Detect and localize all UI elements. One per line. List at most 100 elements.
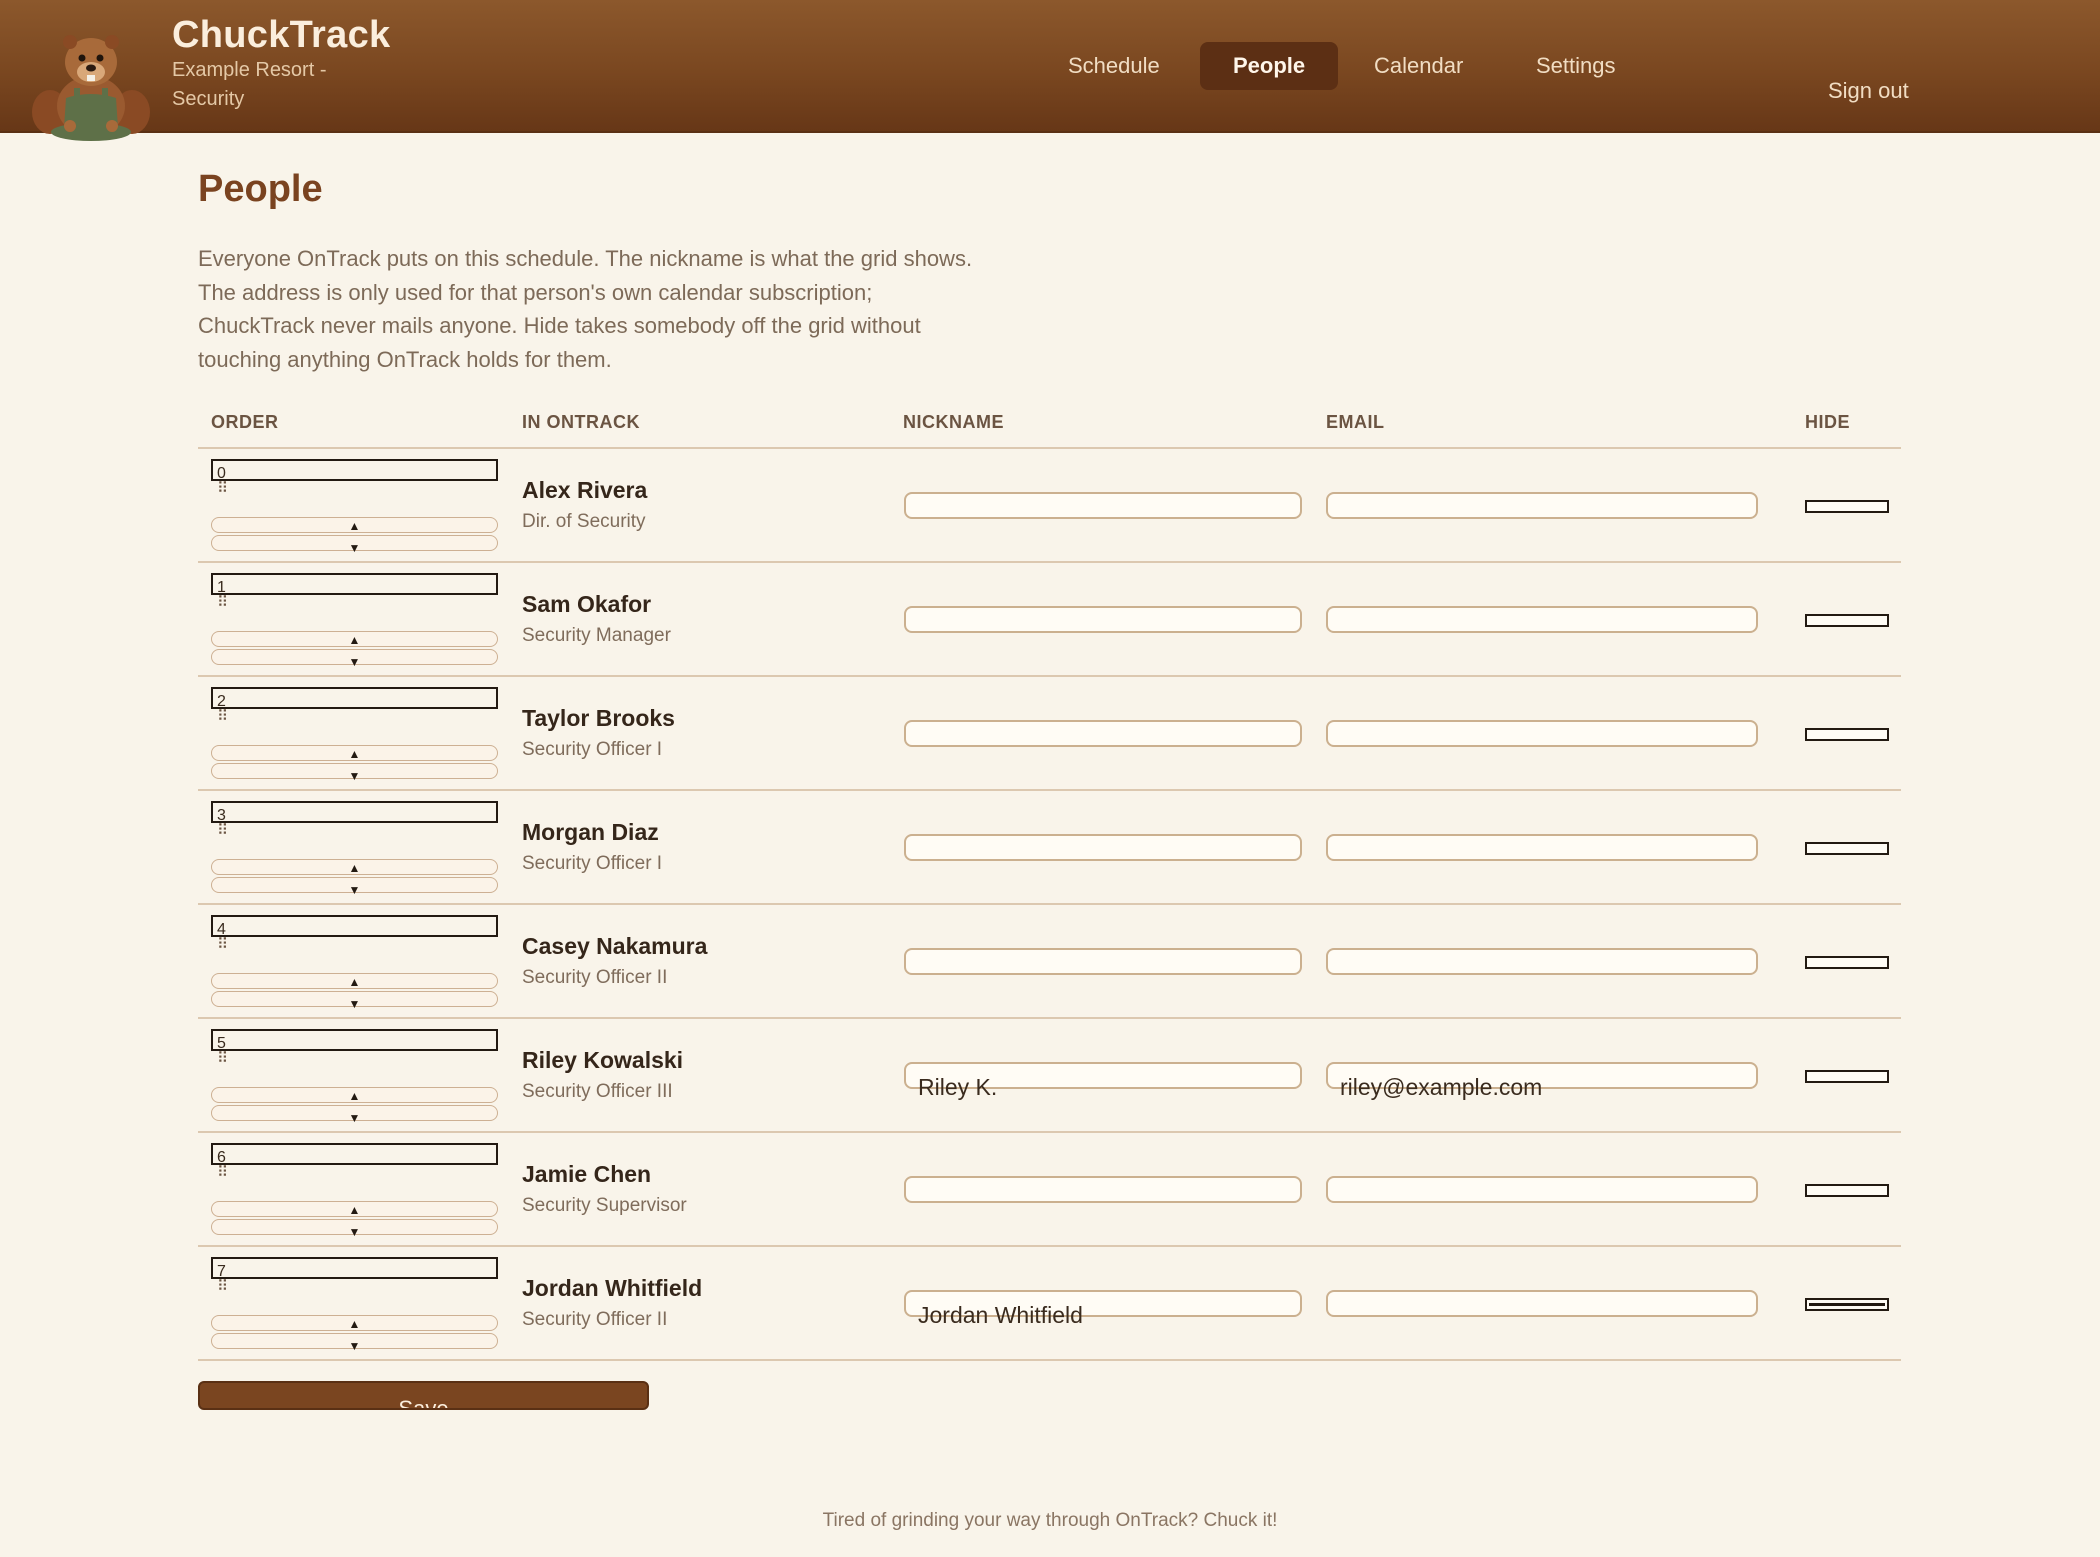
order-input[interactable]: 4 (211, 915, 498, 938)
drag-handle-icon[interactable]: ⠿ (217, 1165, 229, 1180)
footer-tagline: Tired of grinding your way through OnTra… (822, 1510, 1278, 1531)
page-intro: Everyone OnTrack puts on this schedule. … (198, 242, 1028, 376)
person-name: Jamie Chen (522, 1161, 652, 1187)
column-header-order: ORDER (211, 412, 279, 432)
drag-handle-icon[interactable]: ⠿ (217, 1279, 229, 1294)
arrow-down-icon: ▼ (348, 883, 361, 897)
hide-checkbox[interactable] (1805, 1298, 1889, 1311)
person-name: Alex Rivera (522, 477, 648, 503)
arrow-down-icon: ▼ (348, 541, 361, 555)
nickname-input[interactable] (904, 834, 1302, 861)
email-input[interactable] (1326, 606, 1758, 633)
nav-schedule[interactable]: Schedule (1035, 42, 1193, 90)
nickname-value: Jordan Whitfield (918, 1302, 1083, 1328)
order-input[interactable]: 3 (211, 801, 498, 824)
move-down-button[interactable]: ▼ (211, 1333, 498, 1352)
hide-checkbox[interactable] (1805, 1070, 1889, 1083)
email-value: riley@example.com (1340, 1074, 1543, 1100)
email-input[interactable] (1326, 948, 1758, 975)
order-input[interactable]: 0 (211, 459, 498, 482)
intro-line: touching anything OnTrack holds for them… (198, 346, 612, 372)
table-row: 0 ⠿ ▲ ▼ Alex Rivera Dir. of Security (198, 449, 1901, 563)
column-header-hide: HIDE (1805, 412, 1851, 432)
column-header-email: EMAIL (1326, 412, 1385, 432)
person-title: Security Officer III (522, 1081, 673, 1102)
move-down-button[interactable]: ▼ (211, 1219, 498, 1239)
email-input[interactable] (1326, 1290, 1758, 1317)
drag-handle-icon[interactable]: ⠿ (217, 595, 229, 610)
person-title: Security Officer II (522, 1309, 668, 1330)
order-input[interactable]: 1 (211, 573, 498, 596)
beaver-logo-icon (32, 35, 150, 141)
top-bar: ChuckTrack Example Resort - Security Sch… (0, 0, 2100, 141)
save-button[interactable]: Save (198, 1381, 649, 1410)
nickname-input[interactable]: Riley K. (904, 1062, 1302, 1100)
drag-handle-icon[interactable]: ⠿ (217, 481, 229, 496)
person-title: Security Officer I (522, 853, 663, 874)
nickname-input[interactable]: Jordan Whitfield (904, 1290, 1302, 1328)
move-up-button[interactable]: ▲ (211, 859, 498, 875)
arrow-up-icon: ▲ (348, 747, 361, 761)
move-up-button[interactable]: ▲ (211, 1201, 498, 1217)
hide-checkbox[interactable] (1805, 1184, 1889, 1197)
app-name: ChuckTrack (172, 14, 391, 56)
order-input[interactable]: 5 (211, 1029, 498, 1052)
nav-calendar[interactable]: Calendar (1341, 42, 1496, 90)
nickname-input[interactable] (904, 492, 1302, 519)
hide-checkbox[interactable] (1805, 842, 1889, 855)
drag-handle-icon[interactable]: ⠿ (217, 937, 229, 952)
order-input[interactable]: 2 (211, 687, 498, 710)
sign-out-link[interactable]: Sign out (1828, 78, 1909, 104)
move-up-button[interactable]: ▲ (211, 973, 498, 989)
order-input[interactable]: 6 (211, 1143, 498, 1166)
nickname-input[interactable] (904, 606, 1302, 633)
person-name: Sam Okafor (522, 591, 652, 617)
move-down-button[interactable]: ▼ (211, 763, 498, 782)
nickname-input[interactable] (904, 948, 1302, 975)
arrow-down-icon: ▼ (348, 655, 361, 669)
move-up-button[interactable]: ▲ (211, 517, 498, 533)
email-input[interactable]: riley@example.com (1326, 1062, 1758, 1100)
arrow-up-icon: ▲ (348, 861, 361, 875)
save-label: Save (398, 1396, 449, 1410)
hide-checkbox[interactable] (1805, 500, 1889, 513)
move-down-button[interactable]: ▼ (211, 649, 498, 669)
arrow-down-icon: ▼ (348, 1225, 361, 1239)
email-input[interactable] (1326, 720, 1758, 747)
hide-checkbox[interactable] (1805, 956, 1889, 969)
person-title: Dir. of Security (522, 511, 646, 532)
drag-handle-icon[interactable]: ⠿ (217, 1051, 229, 1066)
email-input[interactable] (1326, 834, 1758, 861)
nav-people[interactable]: People (1200, 42, 1339, 90)
hide-checkbox[interactable] (1805, 614, 1889, 627)
email-input[interactable] (1326, 492, 1758, 519)
drag-handle-icon[interactable]: ⠿ (217, 823, 229, 838)
nickname-input[interactable] (904, 720, 1302, 747)
intro-line: The address is only used for that person… (198, 279, 873, 305)
order-input[interactable]: 7 (211, 1257, 498, 1280)
person-name: Casey Nakamura (522, 933, 708, 959)
email-input[interactable] (1326, 1176, 1758, 1203)
arrow-up-icon: ▲ (348, 1203, 361, 1217)
move-up-button[interactable]: ▲ (211, 745, 498, 761)
move-up-button[interactable]: ▲ (211, 631, 498, 647)
move-down-button[interactable]: ▼ (211, 535, 498, 555)
nav-settings[interactable]: Settings (1503, 42, 1649, 90)
person-name: Riley Kowalski (522, 1047, 684, 1073)
arrow-down-icon: ▼ (348, 1111, 361, 1125)
move-up-button[interactable]: ▲ (211, 1087, 498, 1103)
move-down-button[interactable]: ▼ (211, 877, 498, 897)
move-down-button[interactable]: ▼ (211, 991, 498, 1010)
drag-handle-icon[interactable]: ⠿ (217, 709, 229, 724)
move-up-button[interactable]: ▲ (211, 1315, 498, 1331)
hide-checkbox[interactable] (1805, 728, 1889, 741)
person-name: Jordan Whitfield (522, 1275, 703, 1301)
person-name: Morgan Diaz (522, 819, 659, 845)
move-down-button[interactable]: ▼ (211, 1105, 498, 1125)
person-title: Security Supervisor (522, 1195, 687, 1216)
page-title: People (198, 168, 323, 210)
nickname-input[interactable] (904, 1176, 1302, 1203)
table-row: 7 ⠿ ▲ ▼ Jordan Whitfield Security Office… (198, 1247, 1901, 1361)
table-row: 5 ⠿ ▲ ▼ Riley Kowalski Security Officer … (198, 1019, 1901, 1133)
table-row: 1 ⠿ ▲ ▼ Sam Okafor Security Manager (198, 563, 1901, 677)
